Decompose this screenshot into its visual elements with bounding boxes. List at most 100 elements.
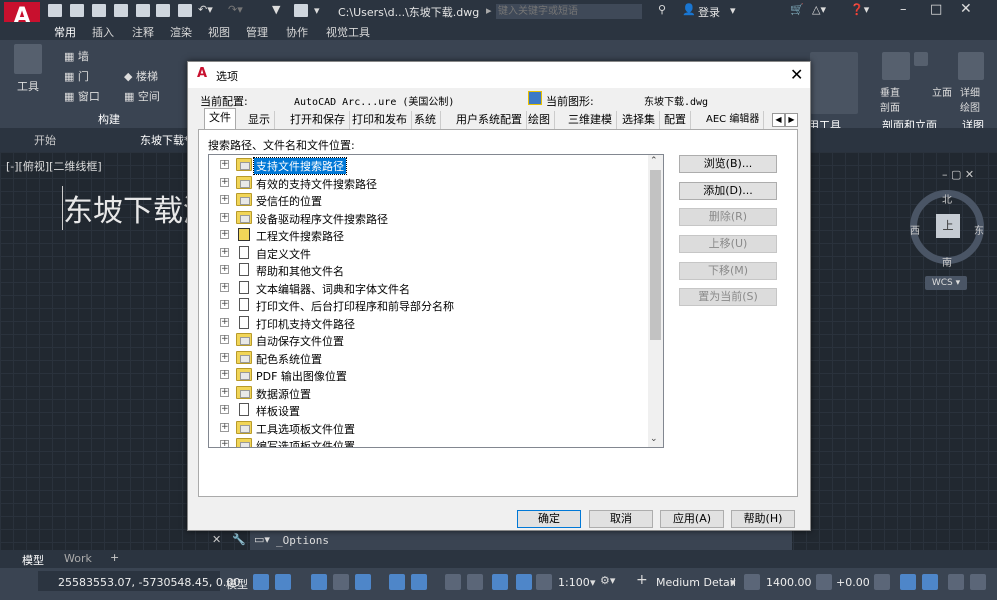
clean-screen-icon[interactable] <box>922 574 938 590</box>
dialog-close-icon[interactable]: ✕ <box>790 65 803 84</box>
ribbon-tab-collaborate[interactable]: 协作 <box>286 24 308 40</box>
redo-icon[interactable]: ↷▾ <box>228 3 243 16</box>
user-icon[interactable]: 👤 <box>682 3 696 16</box>
annotation-visibility-icon[interactable] <box>492 574 508 590</box>
wall-button[interactable]: ▦ 墙 <box>64 48 89 64</box>
login-dropdown-icon[interactable]: ▾ <box>730 4 736 17</box>
tree-item[interactable]: + 自定义文件 <box>209 244 649 261</box>
tree-item[interactable]: + 支持文件搜索路径 <box>209 156 649 175</box>
help-icon[interactable]: ❓▾ <box>850 3 869 16</box>
tree-item[interactable]: + 配色系统位置 <box>209 349 649 366</box>
new-file-icon[interactable] <box>48 4 62 17</box>
dynamic-input-icon[interactable] <box>311 574 327 590</box>
elevation-button-icon[interactable] <box>958 52 984 80</box>
command-line[interactable]: ▭▾ _Options <box>250 531 792 550</box>
scale-selector[interactable]: 1:100 <box>558 576 590 589</box>
model-space-toggle[interactable]: 模型 <box>226 576 248 592</box>
expand-icon[interactable]: + <box>220 195 229 204</box>
isolate-icon[interactable] <box>874 574 890 590</box>
compass-east[interactable]: 东 <box>974 222 984 237</box>
undo-icon[interactable]: ↶▾ <box>198 3 213 16</box>
tab-aec-editor[interactable]: AEC 编辑器 <box>702 111 765 129</box>
layout-tab-model[interactable]: 模型 <box>22 552 44 568</box>
elevation-value[interactable]: 1400.00 <box>766 576 812 589</box>
expand-icon[interactable]: + <box>220 177 229 187</box>
tree-scrollbar-thumb[interactable] <box>650 170 661 340</box>
ribbon-tab-visual-tools[interactable]: 视觉工具 <box>326 24 370 40</box>
cancel-button[interactable]: 取消 <box>589 510 653 528</box>
expand-icon[interactable]: + <box>220 247 229 257</box>
publish-icon[interactable] <box>294 4 308 17</box>
settings-gear-icon[interactable]: ⚙▾ <box>600 574 615 587</box>
add-layout-button[interactable]: + <box>110 551 119 564</box>
ribbon-tab-manage[interactable]: 管理 <box>246 24 268 40</box>
detail-level-selector[interactable]: Medium Detail <box>656 576 736 589</box>
move-down-button[interactable]: 下移(M) <box>679 262 777 280</box>
ribbon-tab-annotate[interactable]: 注释 <box>132 24 154 40</box>
browse-button[interactable]: 浏览(B)... <box>679 155 777 173</box>
stair-button[interactable]: ◆ 楼梯 <box>124 68 158 84</box>
expand-icon[interactable]: + <box>220 317 229 327</box>
layout-tab-work[interactable]: Work <box>64 552 92 565</box>
move-up-button[interactable]: 上移(U) <box>679 235 777 253</box>
tab-selection[interactable]: 选择集 <box>618 111 660 129</box>
tab-scroll-right-icon[interactable]: ▶ <box>785 113 798 127</box>
hardware-acceleration-icon[interactable] <box>900 574 916 590</box>
lineweight-icon[interactable] <box>445 574 461 590</box>
doc-tab-start[interactable]: 开始 <box>34 132 56 148</box>
autodesk-app-icon[interactable]: △▾ <box>812 3 826 16</box>
tab-files[interactable]: 文件 <box>204 108 236 129</box>
close-icon[interactable]: ✕ <box>960 1 972 17</box>
tree-item[interactable]: + 工程文件搜索路径 <box>209 226 649 243</box>
expand-icon[interactable]: + <box>220 265 229 274</box>
tree-item[interactable]: + 帮助和其他文件名 <box>209 261 649 278</box>
tools-icon[interactable] <box>14 44 42 74</box>
set-current-button[interactable]: 置为当前(S) <box>679 288 777 306</box>
tab-plot-publish[interactable]: 打印和发布 <box>348 111 412 129</box>
expand-icon[interactable]: + <box>220 440 229 447</box>
tree-item[interactable]: + 打印机支持文件路径 <box>209 314 649 331</box>
tab-open-save[interactable]: 打开和保存 <box>286 111 350 129</box>
save-as-icon[interactable] <box>114 4 128 17</box>
ribbon-tab-insert[interactable]: 插入 <box>92 24 114 40</box>
compass-south[interactable]: 南 <box>942 254 952 269</box>
binoculars-icon[interactable]: ⚲ <box>658 3 666 16</box>
snap-icon[interactable] <box>275 574 291 590</box>
minimize-icon[interactable]: – <box>900 2 907 17</box>
share-icon[interactable]: ▼ <box>272 3 280 16</box>
ribbon-tab-view[interactable]: 视图 <box>208 24 230 40</box>
section-icon[interactable] <box>914 52 928 66</box>
scale-dropdown-icon[interactable]: ▾ <box>590 576 596 589</box>
polar-icon[interactable] <box>355 574 371 590</box>
offset-value[interactable]: +0.00 <box>836 576 870 589</box>
expand-icon[interactable]: + <box>220 352 229 362</box>
expand-icon[interactable]: + <box>220 422 229 432</box>
tab-profiles[interactable]: 配置 <box>660 111 691 129</box>
search-input[interactable] <box>496 4 642 19</box>
viewport-controls[interactable]: [-][俯视][二维线框] <box>6 158 102 174</box>
tree-item[interactable]: + 受信任的位置 <box>209 191 649 208</box>
scroll-down-icon[interactable]: ⌄ <box>650 434 658 444</box>
tree-item[interactable]: + 文本编辑器、词典和字体文件名 <box>209 279 649 296</box>
tree-item[interactable]: + 有效的支持文件搜索路径 <box>209 174 649 191</box>
tree-item[interactable]: + PDF 输出图像位置 <box>209 366 649 383</box>
object-snap-icon[interactable] <box>411 574 427 590</box>
quick-access-dropdown-icon[interactable]: ▾ <box>314 4 320 17</box>
view-cube-center[interactable]: 上 <box>936 214 960 238</box>
ribbon-tab-render[interactable]: 渲染 <box>170 24 192 40</box>
expand-icon[interactable]: + <box>220 370 229 379</box>
expand-icon[interactable]: + <box>220 230 229 239</box>
expand-icon[interactable]: + <box>220 212 229 222</box>
cloud-save-icon[interactable] <box>136 4 150 17</box>
tree-item[interactable]: + 样板设置 <box>209 401 649 418</box>
cart-icon[interactable]: 🛒 <box>790 3 804 16</box>
door-button[interactable]: ▦ 门 <box>64 68 89 84</box>
save-icon[interactable] <box>92 4 106 17</box>
web-mobile-icon[interactable] <box>156 4 170 17</box>
ok-button[interactable]: 确定 <box>517 510 581 528</box>
close-command-icon[interactable]: ✕ <box>212 533 221 546</box>
expand-icon[interactable]: + <box>220 405 229 414</box>
print-icon[interactable] <box>178 4 192 17</box>
tab-display[interactable]: 显示 <box>244 111 275 129</box>
tree-item[interactable]: + 工具选项板文件位置 <box>209 419 649 436</box>
